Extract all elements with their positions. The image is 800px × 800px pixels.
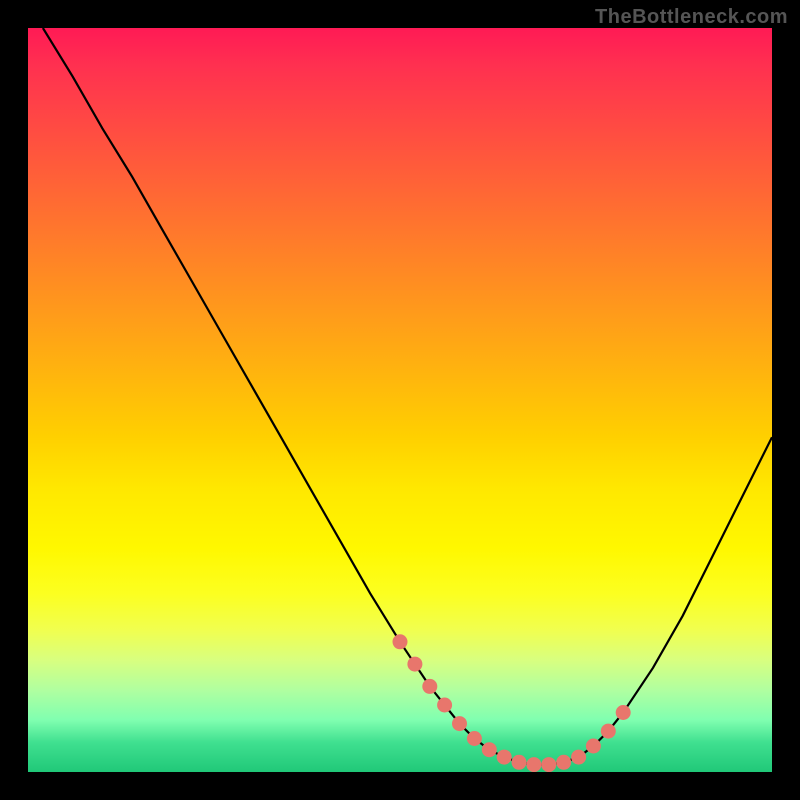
- chart-container: TheBottleneck.com: [0, 0, 800, 800]
- marker-dot: [601, 724, 616, 739]
- watermark-text: TheBottleneck.com: [595, 6, 788, 29]
- marker-dot: [497, 750, 512, 765]
- marker-dot: [512, 755, 527, 770]
- marker-dot: [616, 705, 631, 720]
- bottleneck-curve: [43, 28, 772, 765]
- marker-dot: [437, 698, 452, 713]
- marker-dot: [571, 750, 586, 765]
- marker-dot: [452, 716, 467, 731]
- marker-dot: [393, 634, 408, 649]
- marker-dot: [407, 657, 422, 672]
- marker-dot: [422, 679, 437, 694]
- plot-area: [28, 28, 772, 772]
- marker-dot: [467, 731, 482, 746]
- curve-line: [43, 28, 772, 765]
- marker-dot: [586, 739, 601, 754]
- chart-svg: [28, 28, 772, 772]
- optimal-range-markers: [393, 634, 631, 772]
- marker-dot: [541, 757, 556, 772]
- marker-dot: [556, 755, 571, 770]
- marker-dot: [526, 757, 541, 772]
- marker-dot: [482, 742, 497, 757]
